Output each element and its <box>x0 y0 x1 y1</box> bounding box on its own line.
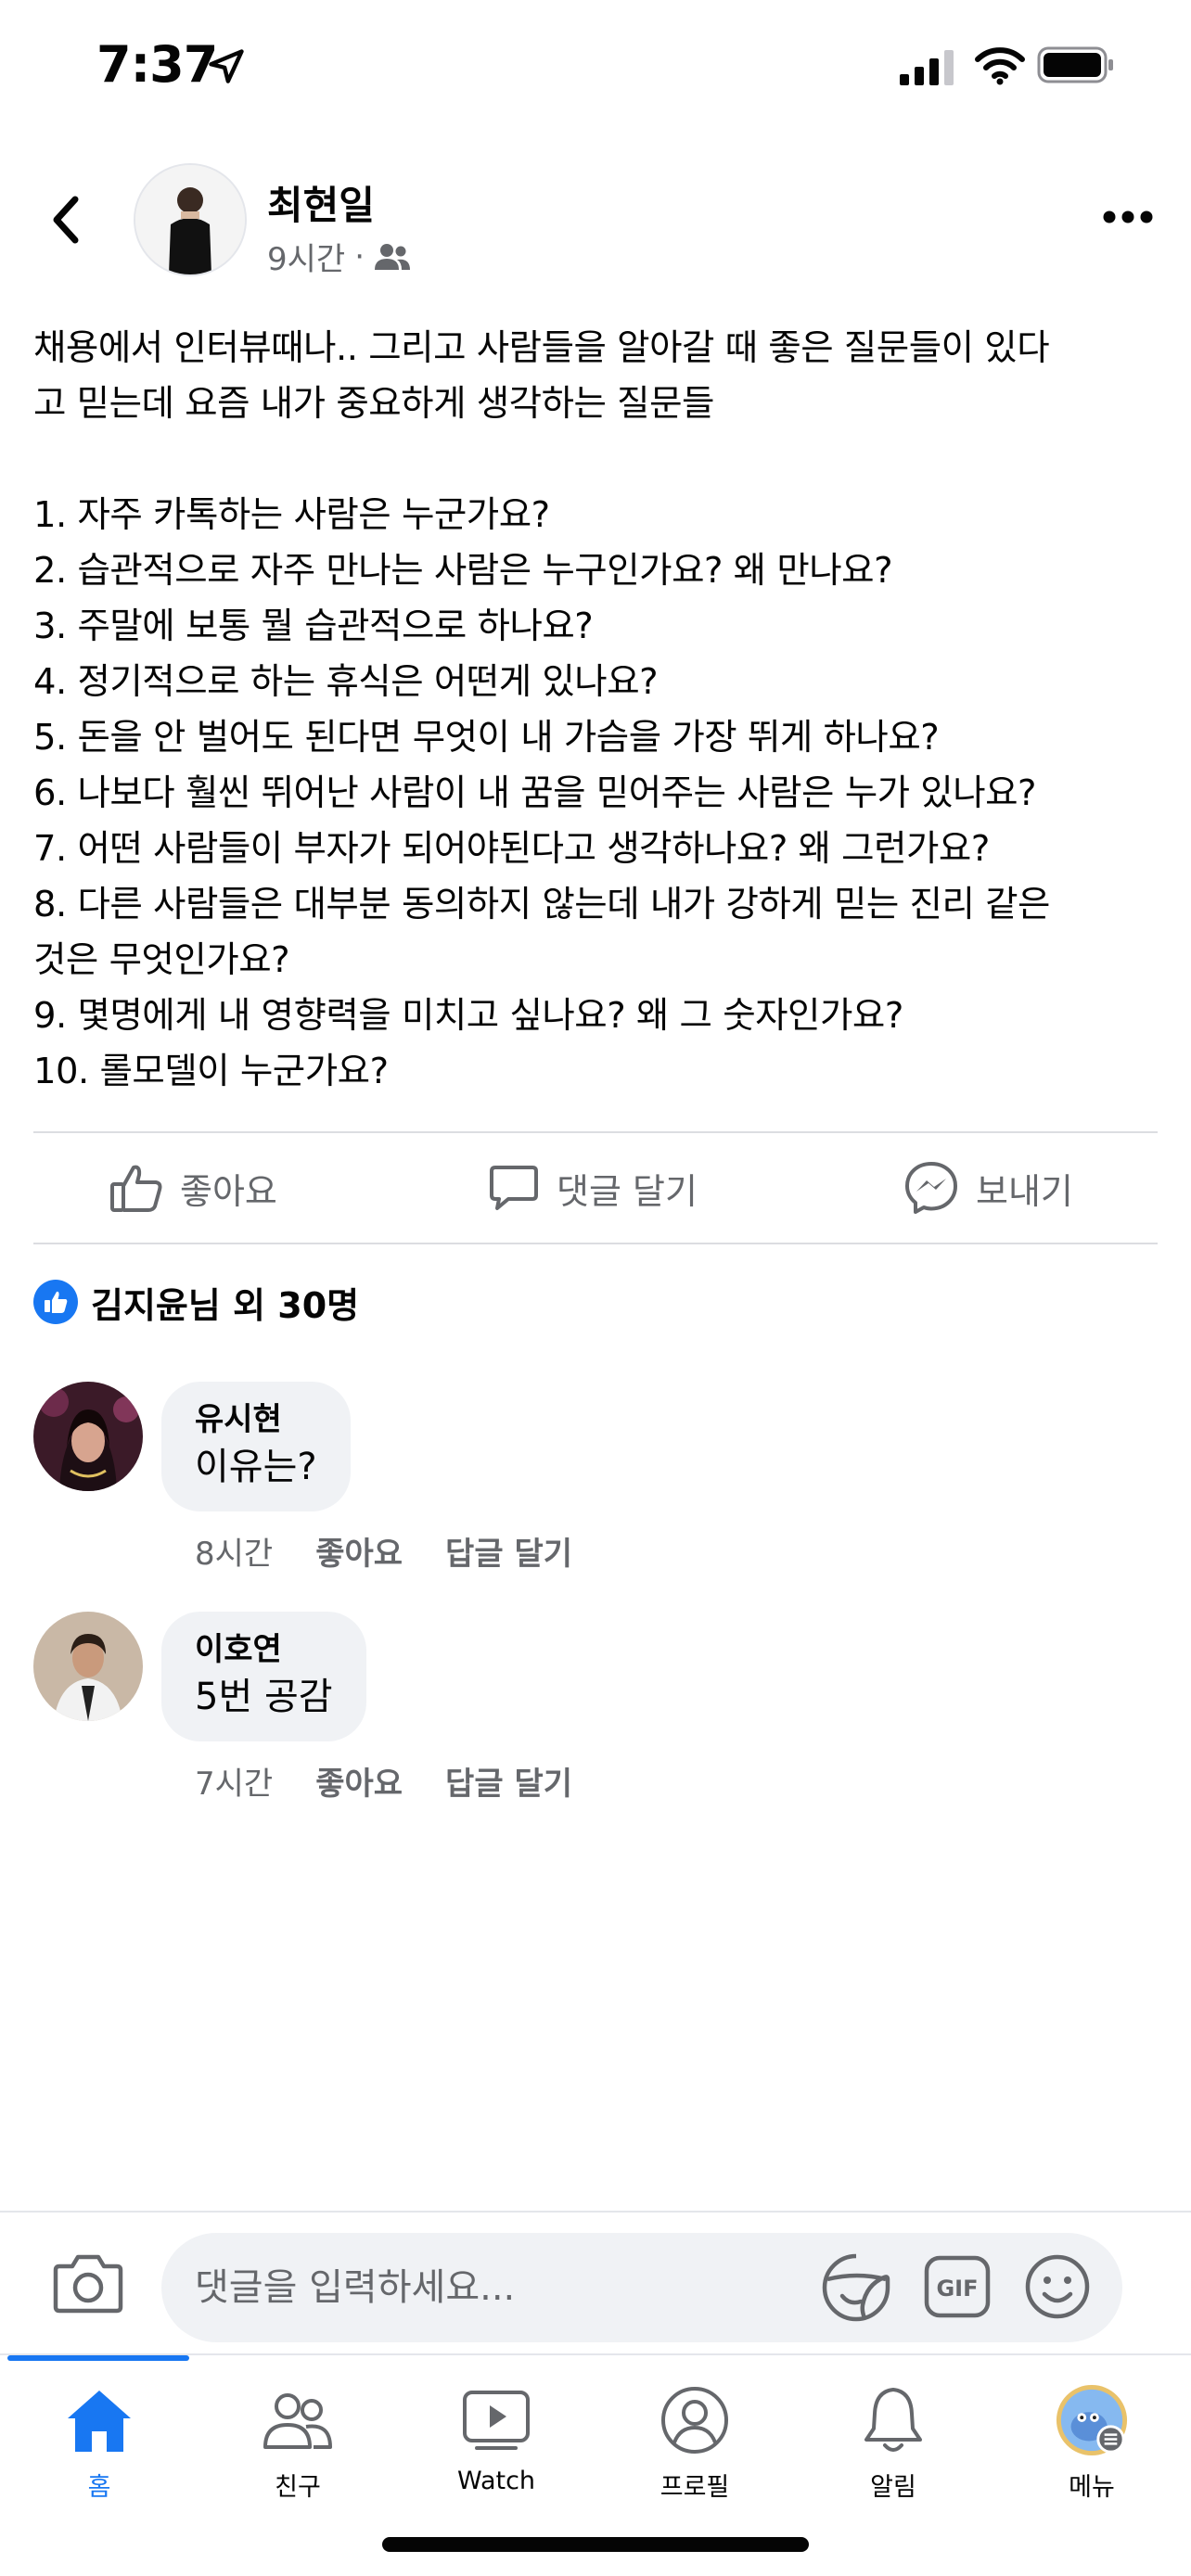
like-button[interactable]: 좋아요 <box>109 1133 277 1243</box>
commenter-name[interactable]: 유시현 <box>195 1398 317 1441</box>
divider-bottom <box>33 1243 1158 1244</box>
comment-item: 유시현 이유는? 8시간 좋아요 답글 달기 <box>33 1382 1158 1576</box>
gif-icon: GIF <box>924 2255 991 2318</box>
comment-bubble[interactable]: 이호연 5번 공감 <box>161 1612 366 1741</box>
home-indicator <box>382 2537 809 2552</box>
tab-label: Watch <box>456 2467 536 2495</box>
send-label: 보내기 <box>976 1170 1073 1212</box>
comment-like-button[interactable]: 좋아요 <box>315 1528 403 1574</box>
comment-item: 이호연 5번 공감 7시간 좋아요 답글 달기 <box>33 1612 1158 1806</box>
cellular-signal-icon <box>900 50 954 85</box>
back-button[interactable] <box>33 187 98 252</box>
camera-icon <box>53 2254 123 2314</box>
camera-button[interactable] <box>52 2251 124 2316</box>
comment-reply-button[interactable]: 답글 달기 <box>445 1528 572 1574</box>
tab-label: 알림 <box>870 2473 916 2502</box>
sticker-button[interactable] <box>820 2251 892 2324</box>
profile-icon <box>661 2387 728 2454</box>
tab-home[interactable]: 홈 <box>0 2383 198 2522</box>
comment-button[interactable]: 댓글 달기 <box>488 1133 698 1243</box>
friends-audience-icon <box>375 243 411 270</box>
tab-friends[interactable]: 친구 <box>198 2383 397 2522</box>
meta-separator: · <box>354 237 365 275</box>
battery-icon <box>1037 46 1113 83</box>
tab-profile[interactable]: 프로필 <box>596 2383 794 2522</box>
tab-label: 프로필 <box>660 2473 730 2502</box>
comment-reply-button[interactable]: 답글 달기 <box>445 1758 572 1804</box>
svg-text:GIF: GIF <box>936 2276 978 2302</box>
commenter-name[interactable]: 이호연 <box>195 1628 333 1671</box>
tab-label: 홈 <box>87 2473 111 2502</box>
reaction-summary[interactable]: 김지윤님 외 30명 <box>33 1276 359 1328</box>
send-button[interactable]: 보내기 <box>903 1133 1073 1243</box>
commenter-avatar[interactable] <box>33 1382 143 1491</box>
more-options-button[interactable] <box>1091 198 1165 236</box>
thumbs-up-icon <box>110 1165 162 1212</box>
like-reaction-icon <box>33 1280 78 1324</box>
gif-button[interactable]: GIF <box>924 2255 991 2318</box>
commenter-avatar[interactable] <box>33 1612 143 1721</box>
post-body: 채용에서 인터뷰때나.. 그리고 사람들을 알아갈 때 좋은 질문들이 있다 고… <box>33 327 1050 1092</box>
tab-watch[interactable]: Watch <box>397 2383 596 2522</box>
emoji-button[interactable] <box>1024 2253 1091 2320</box>
post-actions: 좋아요 댓글 달기 보내기 <box>0 1133 1191 1243</box>
comment-time: 8시간 <box>195 1536 274 1573</box>
wifi-icon <box>975 47 1025 85</box>
comment-bubble[interactable]: 유시현 이유는? <box>161 1382 351 1511</box>
smiley-icon <box>1025 2254 1090 2319</box>
comment-time: 7시간 <box>195 1766 274 1803</box>
comment-bubble-icon <box>490 1166 538 1210</box>
tab-notifications[interactable]: 알림 <box>794 2383 992 2522</box>
author-name[interactable]: 최현일 <box>267 174 375 231</box>
sticker-icon <box>822 2253 890 2322</box>
status-time: 7:37 <box>96 35 218 94</box>
messenger-icon <box>905 1162 957 1214</box>
tab-menu[interactable]: 메뉴 <box>992 2383 1191 2522</box>
friends-icon <box>263 2393 332 2449</box>
comment-composer: GIF <box>0 2213 1191 2353</box>
bell-icon <box>864 2388 922 2452</box>
home-icon <box>68 2391 131 2452</box>
post-time[interactable]: 9시간 <box>267 234 345 279</box>
post-header: 최현일 9시간 · <box>0 158 1191 278</box>
comment-text: 5번 공감 <box>195 1676 333 1718</box>
comment-like-button[interactable]: 좋아요 <box>315 1758 403 1804</box>
menu-avatar-icon <box>1056 2384 1128 2456</box>
like-label: 좋아요 <box>180 1170 277 1212</box>
comment-text: 이유는? <box>195 1446 317 1488</box>
comment-meta: 7시간 좋아요 답글 달기 <box>195 1758 572 1804</box>
status-bar: 7:37 <box>0 0 1191 130</box>
comment-meta: 8시간 좋아요 답글 달기 <box>195 1528 572 1574</box>
reaction-summary-text: 김지윤님 외 30명 <box>91 1284 360 1326</box>
chevron-left-icon <box>53 196 79 244</box>
comment-label: 댓글 달기 <box>557 1170 698 1212</box>
post-meta: 9시간 · <box>267 234 411 279</box>
more-dots-icon <box>1103 210 1153 223</box>
tab-label: 친구 <box>275 2473 321 2502</box>
watch-icon <box>463 2391 530 2450</box>
author-avatar[interactable] <box>134 163 247 276</box>
tab-label: 메뉴 <box>1069 2473 1115 2502</box>
location-arrow-icon <box>209 49 244 83</box>
active-tab-indicator <box>7 2355 189 2361</box>
